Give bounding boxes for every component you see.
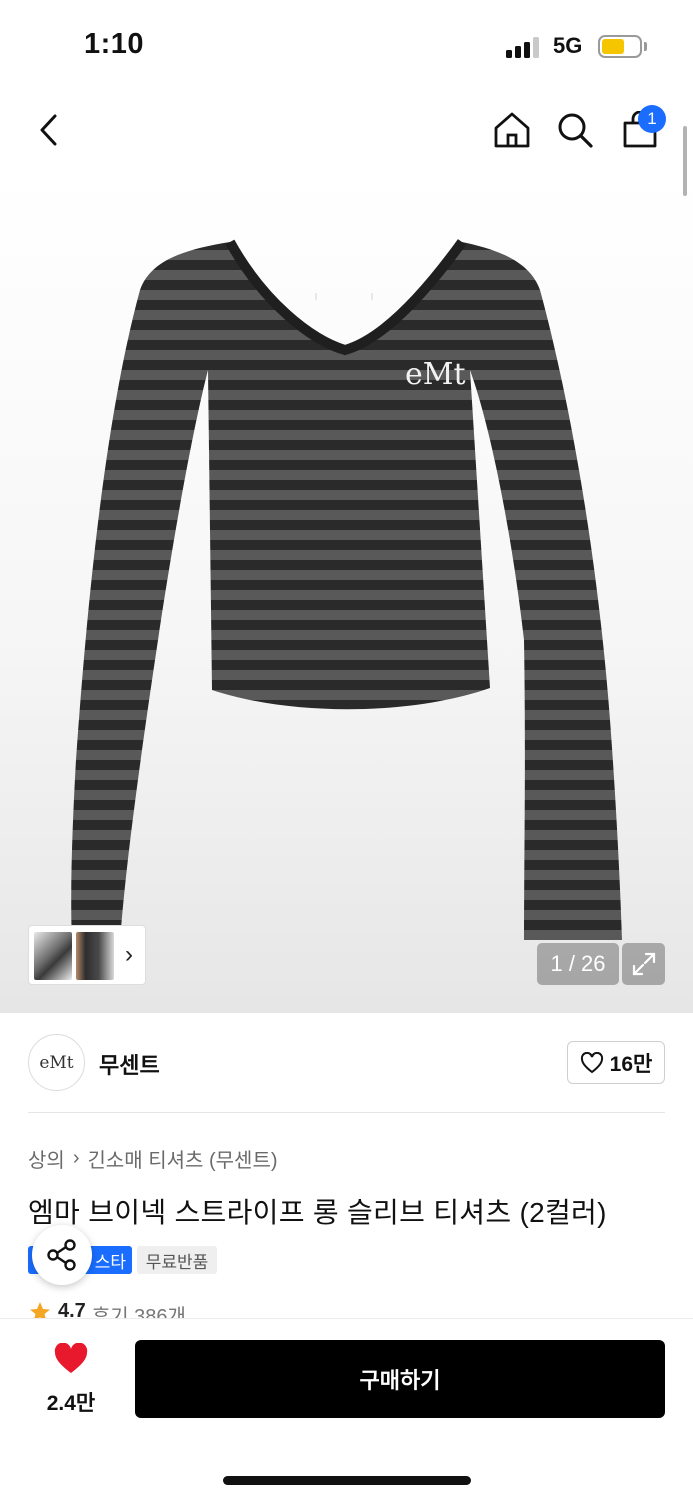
home-icon xyxy=(494,112,530,148)
breadcrumb-chevron-icon: › xyxy=(72,1147,80,1169)
home-button[interactable] xyxy=(484,102,540,158)
heart-outline-icon xyxy=(580,1051,603,1073)
thumbnail-1[interactable] xyxy=(34,932,72,980)
brand-name[interactable]: 무센트 xyxy=(99,1048,160,1080)
cart-count-badge: 1 xyxy=(638,105,666,133)
battery-cap xyxy=(644,42,647,51)
image-page-counter: 1 / 26 xyxy=(537,943,619,985)
brand-logo[interactable]: eMt xyxy=(28,1034,85,1091)
divider xyxy=(28,1112,665,1113)
product-image[interactable]: eMt xyxy=(0,172,693,1013)
brand-like-button[interactable]: 16만 xyxy=(567,1041,665,1084)
chevron-right-icon: › xyxy=(125,941,133,968)
share-icon xyxy=(47,1239,76,1271)
review-count: 후기 386개 xyxy=(91,1306,186,1320)
heart-filled-icon xyxy=(54,1343,88,1373)
home-indicator xyxy=(223,1476,471,1485)
product-title: 엠마 브이넥 스트라이프 롱 슬리브 티셔츠 (2컬러) xyxy=(28,1197,607,1228)
breadcrumb-category[interactable]: 상의 xyxy=(28,1144,65,1173)
share-button[interactable] xyxy=(32,1225,92,1285)
signal-icon xyxy=(506,36,540,58)
wish-count: 2.4만 xyxy=(46,1392,96,1415)
battery-icon xyxy=(598,35,642,58)
svg-text:eMt: eMt xyxy=(405,357,466,392)
back-button[interactable] xyxy=(22,102,78,158)
thumbnail-2[interactable] xyxy=(76,932,114,980)
back-icon xyxy=(40,114,57,146)
star-icon xyxy=(30,1302,50,1320)
scroll-indicator xyxy=(683,126,687,196)
free-return-badge: 무료반품 xyxy=(137,1246,217,1274)
rating-score: 4.7 xyxy=(58,1300,86,1320)
status-time: 1:10 xyxy=(84,28,145,60)
network-label: 5G xyxy=(553,33,583,58)
wish-button[interactable]: 2.4만 xyxy=(30,1343,112,1418)
expand-button[interactable] xyxy=(622,943,665,985)
search-icon xyxy=(558,113,593,148)
breadcrumb-subcategory[interactable]: 긴소매 티셔츠 (무센트) xyxy=(87,1144,277,1173)
breadcrumb: 상의 › 긴소매 티셔츠 (무센트) xyxy=(28,1144,278,1173)
buy-button[interactable]: 구매하기 xyxy=(135,1340,665,1418)
brand-like-count: 16만 xyxy=(609,1052,653,1076)
top-nav xyxy=(0,92,693,172)
rating-row[interactable]: 4.7 후기 386개 xyxy=(28,1300,186,1320)
search-button[interactable] xyxy=(547,102,603,158)
thumbnail-strip[interactable]: › xyxy=(28,925,146,985)
striped-tshirt-image: eMt xyxy=(71,239,622,942)
status-bar: 1:10 5G xyxy=(0,0,693,92)
expand-icon xyxy=(632,952,655,976)
